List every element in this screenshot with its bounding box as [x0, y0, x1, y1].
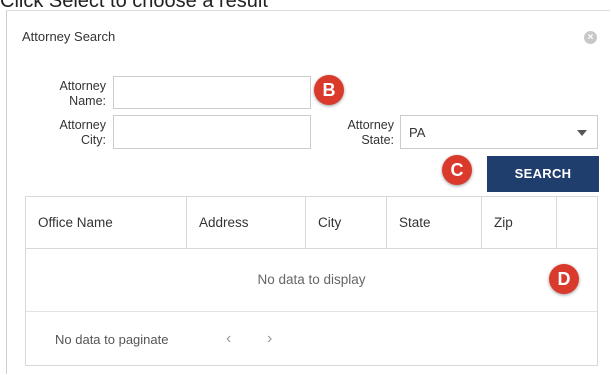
pager: No data to paginate ‹ › [26, 312, 597, 367]
column-header-zip[interactable]: Zip [482, 197, 557, 248]
dialog-title: Attorney Search [22, 29, 116, 44]
attorney-name-label-line1: Attorney [59, 79, 106, 93]
callout-marker-c: C [442, 155, 472, 185]
callout-marker-d: D [549, 264, 579, 294]
pager-text: No data to paginate [55, 332, 169, 347]
attorney-state-select[interactable]: PA [400, 115, 598, 149]
next-page-icon[interactable]: › [267, 330, 272, 348]
search-button[interactable]: SEARCH [487, 156, 599, 192]
chevron-down-icon [577, 130, 587, 136]
column-header-address[interactable]: Address [187, 197, 306, 248]
attorney-city-label-line2: City: [81, 133, 106, 147]
attorney-city-label: Attorney City: [40, 118, 106, 148]
column-header-office-name[interactable]: Office Name [26, 197, 187, 248]
attorney-city-label-line1: Attorney [59, 118, 106, 132]
column-header-city[interactable]: City [306, 197, 387, 248]
attorney-name-input[interactable] [113, 76, 311, 109]
close-icon[interactable]: × [584, 31, 597, 44]
prev-page-icon[interactable]: ‹ [226, 330, 231, 348]
attorney-name-label-line2: Name: [69, 94, 106, 108]
grid-header-row: Office Name Address City State Zip [26, 197, 597, 249]
results-grid: Office Name Address City State Zip No da… [25, 196, 598, 366]
empty-state-text: No data to display [26, 249, 597, 312]
attorney-state-value: PA [409, 125, 426, 140]
callout-marker-b: B [314, 75, 344, 105]
attorney-name-label: Attorney Name: [40, 79, 106, 109]
column-header-state[interactable]: State [387, 197, 482, 248]
attorney-state-label: Attorney State: [328, 118, 394, 148]
attorney-state-label-line2: State: [361, 133, 394, 147]
attorney-state-label-line1: Attorney [347, 118, 394, 132]
attorney-city-input[interactable] [113, 115, 311, 149]
